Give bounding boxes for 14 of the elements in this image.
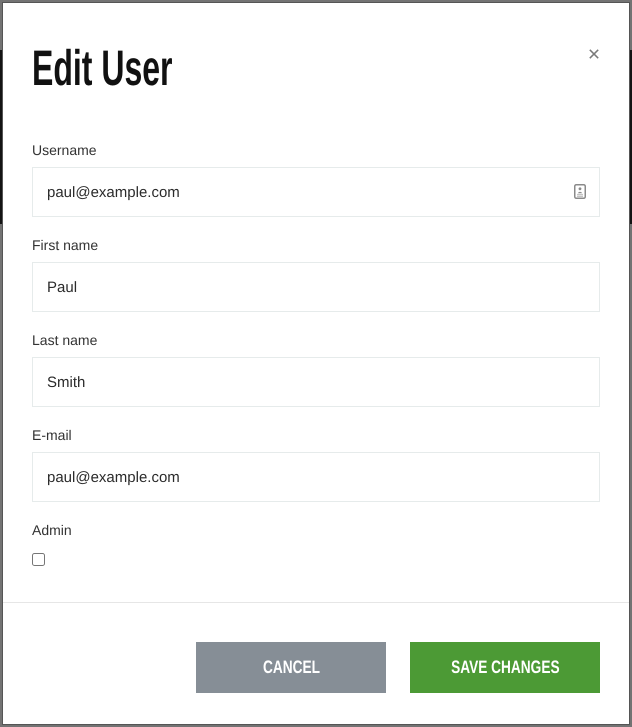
input-field[interactable]: paul@example.com <box>32 167 600 217</box>
input-field[interactable]: Paul <box>32 262 600 312</box>
field-label: Admin <box>32 521 72 540</box>
field-label: First name <box>32 236 98 255</box>
contact-card-icon[interactable] <box>574 184 586 199</box>
dialog-title: Edit User <box>32 43 172 93</box>
input-field[interactable]: paul@example.com <box>32 452 600 502</box>
close-icon[interactable] <box>589 49 599 59</box>
field-label: Username <box>32 141 97 160</box>
field-label: Last name <box>32 331 98 350</box>
save-button[interactable]: SAVE CHANGES <box>410 642 600 693</box>
admin-checkbox[interactable] <box>32 553 45 566</box>
input-field[interactable]: Smith <box>32 357 600 407</box>
field-label: E-mail <box>32 426 72 445</box>
